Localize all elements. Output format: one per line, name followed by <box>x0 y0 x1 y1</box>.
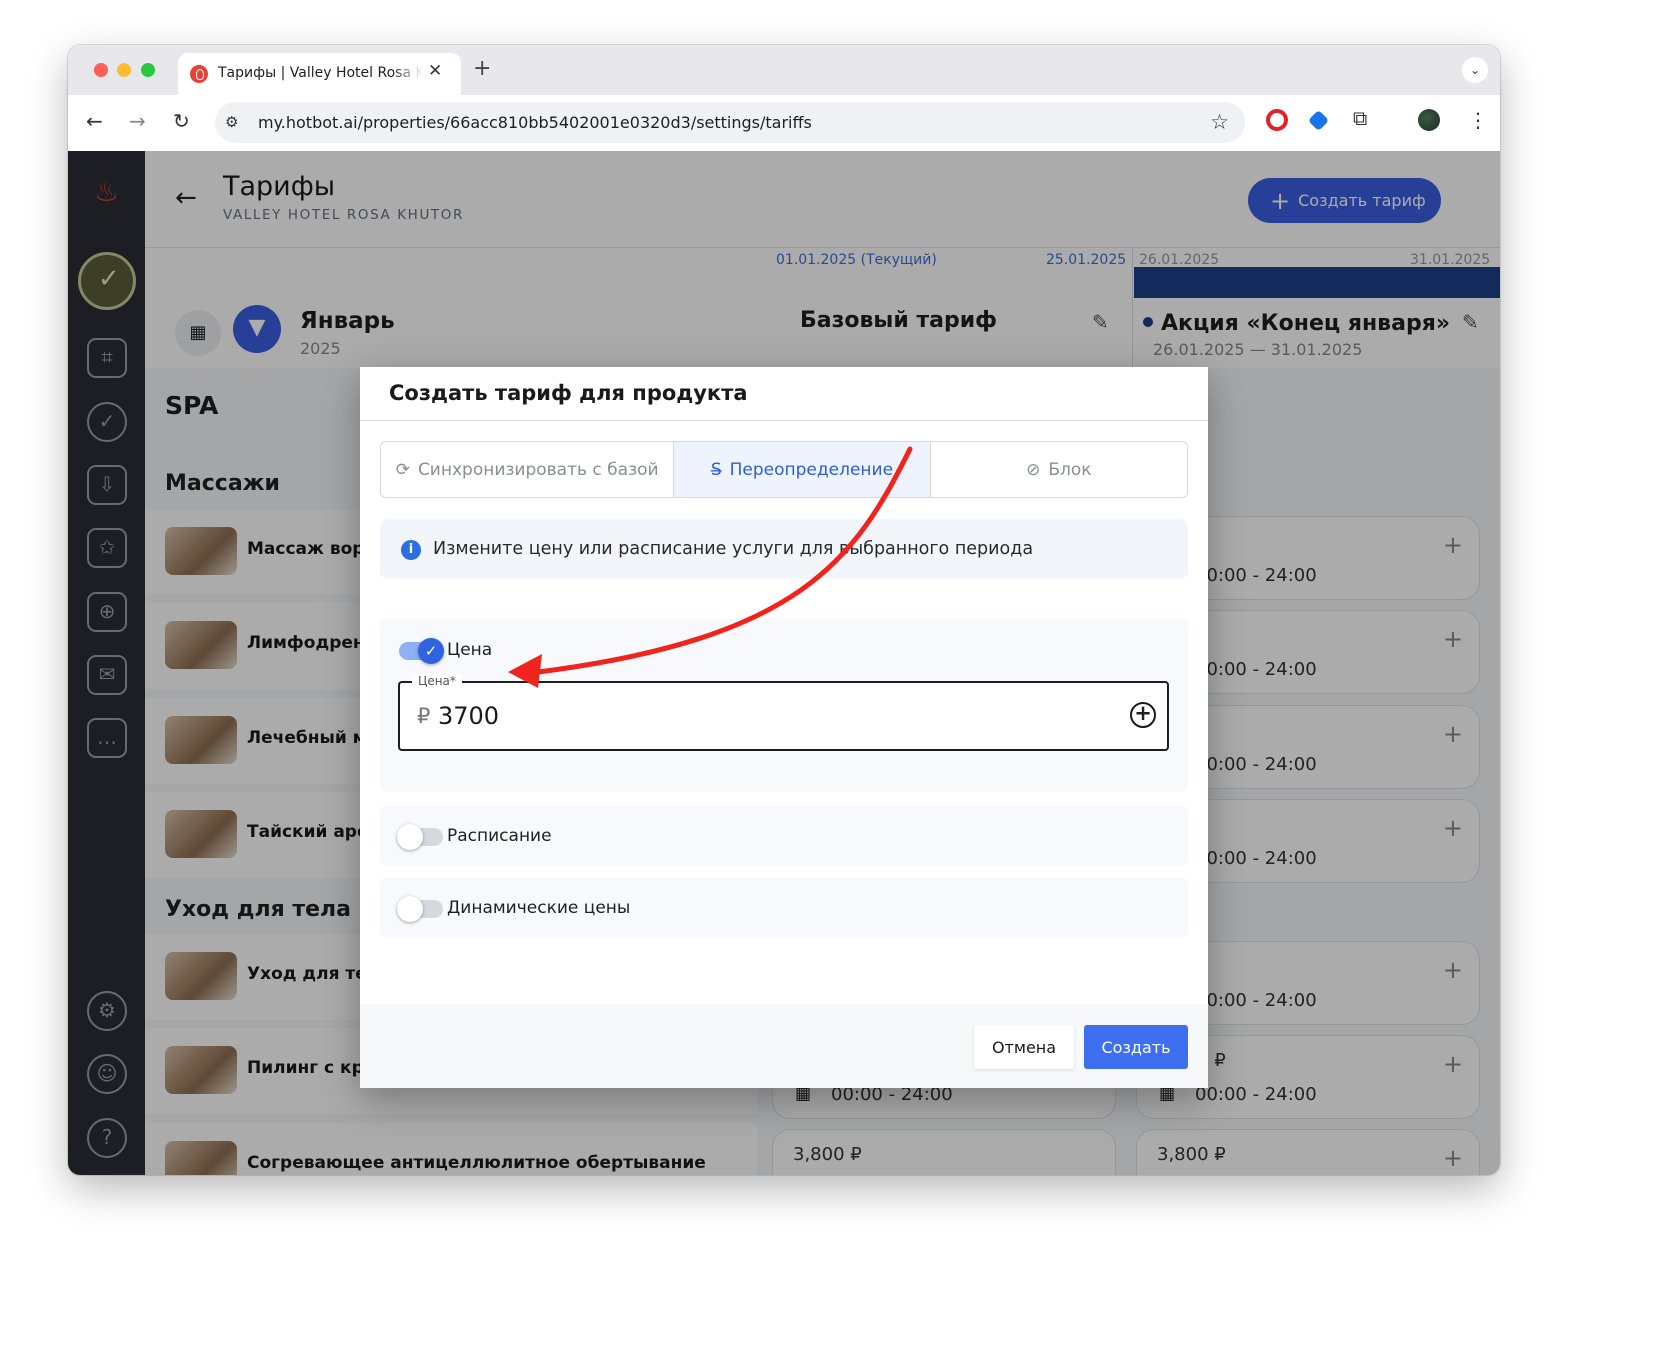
schedule-toggle[interactable] <box>397 824 443 850</box>
cancel-button[interactable]: Отмена <box>974 1025 1074 1069</box>
hotbot-favicon-icon <box>190 65 208 83</box>
bookmark-star-icon[interactable]: ☆ <box>1210 110 1229 134</box>
dynamic-prices-toggle-label: Динамические цены <box>447 898 631 918</box>
tab-close-icon[interactable]: ✕ <box>428 61 442 81</box>
price-field[interactable]: Цена* ₽ + <box>398 674 1169 751</box>
add-circle-icon[interactable]: + <box>1130 702 1156 728</box>
strikethrough-icon: S̶ <box>710 459 722 480</box>
tab-override-label: Переопределение <box>729 459 894 480</box>
address-bar[interactable]: ⚙ my.hotbot.ai/properties/66acc810bb5402… <box>215 102 1245 143</box>
reload-icon[interactable]: ↻ <box>173 109 190 133</box>
opera-extension-icon[interactable] <box>1266 109 1288 131</box>
sync-arrows-icon: ⟳ <box>395 459 410 480</box>
minimize-window-button[interactable] <box>117 63 131 77</box>
info-banner: i Измените цену или расписание услуги дл… <box>380 519 1188 579</box>
block-circle-icon: ⊘ <box>1026 459 1041 480</box>
forward-arrow-icon[interactable]: → <box>129 109 146 133</box>
extensions-puzzle-icon[interactable]: ⧉ <box>1353 106 1367 130</box>
new-tab-button[interactable]: + <box>473 56 491 81</box>
dialog-title: Создать тариф для продукта <box>389 381 748 405</box>
price-toggle-label: Цена <box>447 640 493 660</box>
toggle-knob <box>397 896 423 922</box>
price-input[interactable] <box>438 698 1038 734</box>
app: ♨ ✓ ⌗ ✓ ⇩ ✩ ⊕ ✉ … ⚙ ☺ ? ← Тарифы VALLEY … <box>68 151 1500 1175</box>
dialog-divider <box>360 420 1208 421</box>
profile-avatar[interactable] <box>1418 109 1440 131</box>
tag-extension-icon[interactable] <box>1307 109 1330 132</box>
mode-segmented-control: ⟳ Синхронизировать с базой S̶ Переопреде… <box>380 441 1188 498</box>
browser-menu-icon[interactable]: ⋮ <box>1468 108 1488 132</box>
price-section: ✓ Цена Цена* ₽ + <box>380 619 1188 792</box>
tab-block[interactable]: ⊘ Блок <box>931 442 1187 497</box>
tab-sync-label: Синхронизировать с базой <box>417 459 659 480</box>
price-toggle[interactable]: ✓ <box>399 638 444 664</box>
create-button[interactable]: Создать <box>1084 1025 1188 1069</box>
browser-toolbar: ← → ↻ ⚙ my.hotbot.ai/properties/66acc810… <box>68 95 1500 151</box>
info-icon: i <box>401 540 421 560</box>
tab-override[interactable]: S̶ Переопределение <box>674 442 931 497</box>
dialog-footer: Отмена Создать <box>360 1004 1208 1088</box>
create-tariff-dialog: Создать тариф для продукта ⟳ Синхронизир… <box>360 367 1208 1088</box>
schedule-toggle-label: Расписание <box>447 826 552 846</box>
dynamic-prices-toggle[interactable] <box>397 896 443 922</box>
tab-sync-with-base[interactable]: ⟳ Синхронизировать с базой <box>381 442 675 497</box>
site-info-icon[interactable]: ⚙ <box>225 113 238 131</box>
tab-title: Тарифы | Valley Hotel Rosa Khutor <box>218 65 423 81</box>
browser-window: Тарифы | Valley Hotel Rosa Khutor ✕ + ⌄ … <box>68 45 1500 1175</box>
ruble-currency-icon: ₽ <box>417 704 431 728</box>
schedule-section: Расписание <box>380 805 1188 866</box>
info-text: Измените цену или расписание услуги для … <box>433 539 1034 559</box>
tab-search-button[interactable]: ⌄ <box>1462 57 1488 83</box>
close-window-button[interactable] <box>94 63 108 77</box>
browser-tab-active[interactable]: Тарифы | Valley Hotel Rosa Khutor ✕ <box>178 53 461 95</box>
check-icon: ✓ <box>418 638 444 664</box>
tab-block-label: Блок <box>1048 459 1092 480</box>
back-arrow-icon[interactable]: ← <box>86 109 103 133</box>
toggle-knob <box>397 824 423 850</box>
url-text[interactable]: my.hotbot.ai/properties/66acc810bb540200… <box>258 113 812 132</box>
price-field-label: Цена* <box>412 674 462 688</box>
dynamic-prices-section: Динамические цены <box>380 877 1188 938</box>
zoom-window-button[interactable] <box>141 63 155 77</box>
tab-strip: Тарифы | Valley Hotel Rosa Khutor ✕ + ⌄ <box>68 45 1500 95</box>
